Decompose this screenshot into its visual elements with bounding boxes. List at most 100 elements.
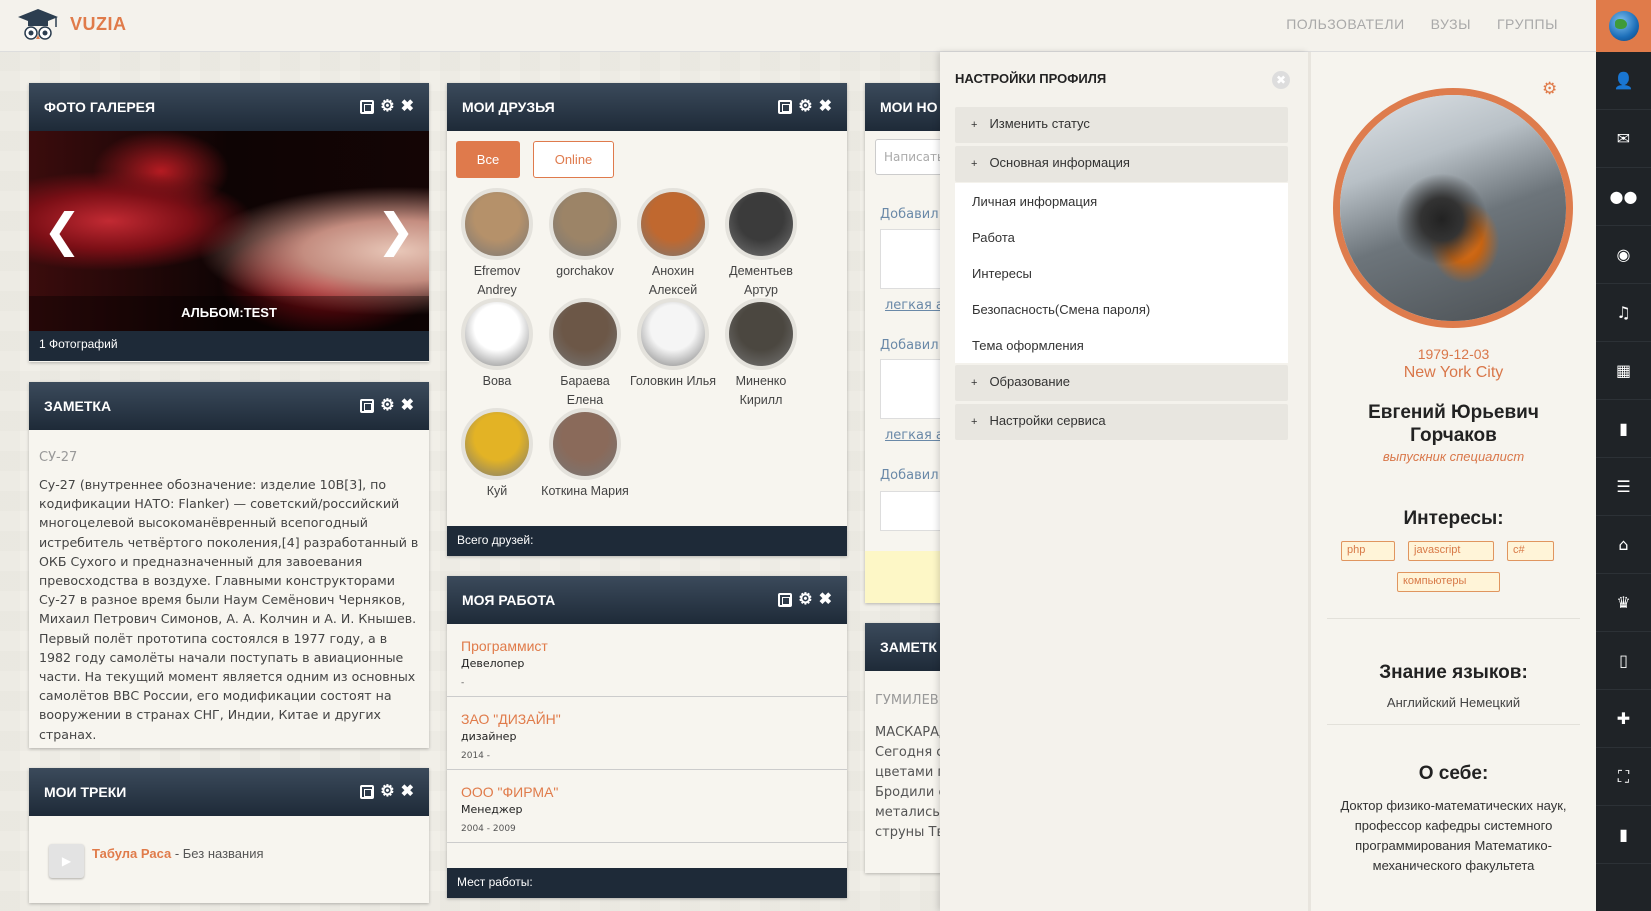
lock-icon[interactable]: ▮ <box>1596 806 1651 864</box>
job-company[interactable]: ООО "ФИРМА" <box>461 784 833 800</box>
friend-name[interactable]: Дементьев Артур <box>717 262 805 300</box>
gear-icon[interactable]: ⚙ <box>380 99 394 115</box>
list-icon[interactable]: ☰ <box>1596 458 1651 516</box>
close-icon[interactable]: ✖ <box>1272 71 1290 89</box>
play-button[interactable]: ▶ <box>49 844 84 878</box>
news-link[interactable]: легкая а <box>885 298 944 313</box>
settings-item-security[interactable]: Безопасность(Смена пароля) <box>955 291 1288 327</box>
maximize-icon[interactable] <box>778 593 793 607</box>
mouse-icon[interactable]: ▯ <box>1596 632 1651 690</box>
group-icon[interactable]: ●● <box>1596 168 1651 226</box>
widget-title: МОЯ РАБОТА <box>462 592 556 608</box>
gear-icon[interactable]: ⚙ <box>798 592 812 608</box>
accordion-education[interactable]: + Образование <box>955 365 1288 401</box>
gear-icon[interactable]: ⚙ <box>798 99 812 115</box>
avatar[interactable] <box>549 188 621 260</box>
maximize-icon[interactable] <box>360 399 375 413</box>
friend-name[interactable]: Коткина Мария <box>541 482 629 501</box>
tab-online[interactable]: Online <box>533 141 614 178</box>
brand-name[interactable]: VUZIA <box>70 14 127 35</box>
book-icon[interactable]: ▮ <box>1596 400 1651 458</box>
camera-icon[interactable]: ◉ <box>1596 226 1651 284</box>
friends-total: Всего друзей: <box>447 526 847 556</box>
music-icon[interactable]: ♫ <box>1596 284 1651 342</box>
job-years: 2004 - 2009 <box>461 824 516 834</box>
maximize-icon[interactable] <box>360 100 375 114</box>
gear-icon[interactable]: ⚙ <box>380 784 394 800</box>
friend-item[interactable]: Головкин Илья <box>629 298 717 408</box>
prev-arrow-icon[interactable]: ❮ <box>43 203 82 257</box>
friend-item[interactable]: Дементьев Артур <box>717 188 805 298</box>
job-role: Менеджер <box>461 803 523 816</box>
accordion-basic-info[interactable]: + Основная информация <box>955 146 1288 182</box>
avatar[interactable] <box>637 298 709 370</box>
track-artist[interactable]: Табула Раса <box>92 846 171 861</box>
close-icon[interactable]: ✖ <box>401 398 414 414</box>
friend-item[interactable]: Бараева Елена <box>541 298 629 408</box>
avatar[interactable] <box>461 408 533 480</box>
avatar[interactable] <box>725 298 797 370</box>
friend-name[interactable]: Вова <box>453 372 541 391</box>
home-icon[interactable]: ⌂ <box>1596 516 1651 574</box>
interest-tag[interactable]: php <box>1341 541 1395 561</box>
accordion-service[interactable]: + Настройки сервиса <box>955 404 1288 440</box>
mail-icon[interactable]: ✉ <box>1596 110 1651 168</box>
nav-users[interactable]: ПОЛЬЗОВАТЕЛИ <box>1286 16 1404 32</box>
friend-name[interactable]: Анохин Алексей <box>629 262 717 300</box>
friend-item[interactable]: Миненко Кирилл <box>717 298 805 408</box>
avatar[interactable] <box>1333 88 1573 328</box>
friend-item[interactable]: Вова <box>453 298 541 408</box>
owl-logo-icon[interactable] <box>16 7 60 43</box>
avatar[interactable] <box>637 188 709 260</box>
avatar[interactable] <box>461 298 533 370</box>
friend-name[interactable]: gorchakov <box>541 262 629 281</box>
globe-button[interactable] <box>1596 0 1651 52</box>
fullscreen-icon[interactable]: ⛶ <box>1596 748 1651 806</box>
close-icon[interactable]: ✖ <box>401 784 414 800</box>
gear-icon[interactable]: ⚙ <box>380 398 394 414</box>
track-title: - Без названия <box>171 846 264 861</box>
gallery-image[interactable]: ❮ ❯ АЛЬБОМ:TEST <box>29 131 429 331</box>
friend-name[interactable]: Миненко Кирилл <box>717 372 805 410</box>
close-icon[interactable]: ✖ <box>819 592 832 608</box>
settings-item-theme[interactable]: Тема оформления <box>955 327 1288 363</box>
friend-item[interactable]: Efremov Andrey <box>453 188 541 298</box>
friend-item[interactable]: gorchakov <box>541 188 629 298</box>
news-link[interactable]: легкая а <box>885 428 944 443</box>
trophy-icon[interactable]: ♛ <box>1596 574 1651 632</box>
job-company[interactable]: ЗАО "ДИЗАЙН" <box>461 711 833 727</box>
interest-tag[interactable]: javascript <box>1408 541 1494 561</box>
friend-name[interactable]: Efremov Andrey <box>453 262 541 300</box>
interest-tag[interactable]: компьютеры <box>1397 572 1500 592</box>
close-icon[interactable]: ✖ <box>819 99 832 115</box>
friend-name[interactable]: Куй <box>453 482 541 501</box>
track-item[interactable]: Табула Раса - Без названия <box>92 846 264 861</box>
film-icon[interactable]: ▦ <box>1596 342 1651 400</box>
friend-item[interactable]: Куй <box>453 408 541 518</box>
friend-item[interactable]: Коткина Мария <box>541 408 629 518</box>
friend-name[interactable]: Головкин Илья <box>629 372 717 391</box>
job-company[interactable]: Программист <box>461 638 833 654</box>
settings-item-personal[interactable]: Личная информация <box>955 183 1288 219</box>
note2-line: МАСКАРАД <box>875 725 950 740</box>
maximize-icon[interactable] <box>778 100 793 114</box>
accordion-change-status[interactable]: + Изменить статус <box>955 107 1288 143</box>
interest-tag[interactable]: c# <box>1507 541 1554 561</box>
next-arrow-icon[interactable]: ❯ <box>376 203 415 257</box>
avatar[interactable] <box>461 188 533 260</box>
avatar[interactable] <box>725 188 797 260</box>
close-icon[interactable]: ✖ <box>401 99 414 115</box>
maximize-icon[interactable] <box>360 785 375 799</box>
plus-icon[interactable]: ✚ <box>1596 690 1651 748</box>
settings-item-work[interactable]: Работа <box>955 219 1288 255</box>
nav-vuzy[interactable]: ВУЗЫ <box>1431 16 1471 32</box>
avatar[interactable] <box>549 298 621 370</box>
friend-name[interactable]: Бараева Елена <box>541 372 629 410</box>
avatar[interactable] <box>549 408 621 480</box>
tab-all[interactable]: Все <box>456 141 520 178</box>
friend-item[interactable]: Анохин Алексей <box>629 188 717 298</box>
settings-item-interests[interactable]: Интересы <box>955 255 1288 291</box>
album-caption[interactable]: АЛЬБОМ:TEST <box>29 296 429 331</box>
user-icon[interactable]: 👤 <box>1596 52 1651 110</box>
nav-groups[interactable]: ГРУППЫ <box>1497 16 1558 32</box>
